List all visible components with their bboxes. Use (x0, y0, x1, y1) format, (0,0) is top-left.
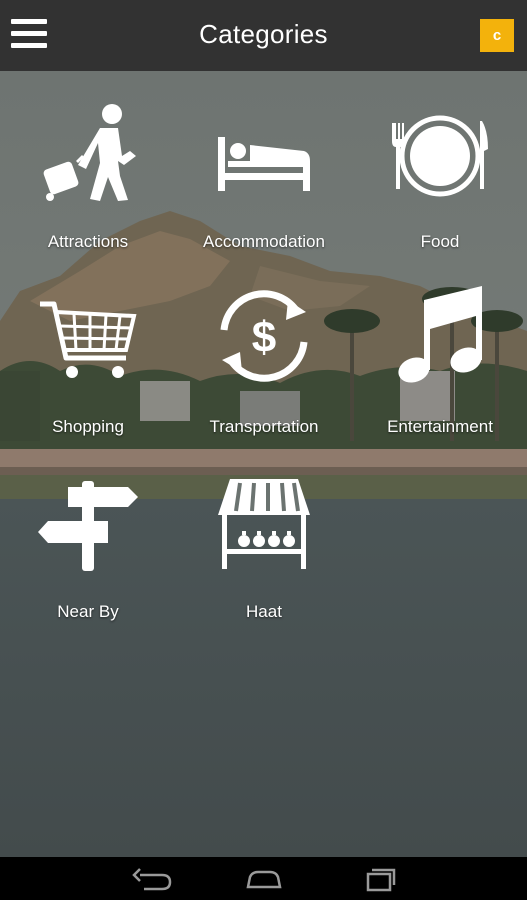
category-label: Accommodation (203, 232, 325, 251)
page-title: Categories (199, 19, 328, 49)
category-shopping[interactable]: Shopping (0, 256, 176, 436)
plate-fork-knife-icon (392, 115, 488, 197)
category-label: Haat (246, 602, 282, 621)
app-bar: Categories c (0, 0, 527, 71)
category-label: Food (420, 232, 460, 251)
category-entertainment[interactable]: Entertainment (352, 256, 527, 436)
market-stall-icon (218, 479, 310, 569)
category-attractions[interactable]: Attractions (0, 71, 176, 251)
category-label: Near By (57, 602, 119, 621)
music-note-icon (398, 286, 482, 383)
category-label: Shopping (52, 417, 124, 436)
category-grid: Attractions Accommodation Food Shopping … (0, 71, 527, 857)
category-near-by[interactable]: Near By (0, 441, 176, 621)
category-accommodation[interactable]: Accommodation (176, 71, 352, 251)
walking-traveler-icon (43, 104, 136, 201)
category-food[interactable]: Food (352, 71, 527, 251)
category-label: Transportation (209, 417, 319, 436)
signpost-icon (38, 481, 138, 571)
back-icon[interactable] (122, 863, 182, 895)
svg-text:$: $ (252, 313, 276, 362)
home-icon[interactable] (234, 863, 294, 895)
account-badge[interactable]: c (480, 19, 514, 52)
category-haat[interactable]: Haat (176, 441, 352, 621)
currency-exchange-icon: $ (220, 290, 308, 382)
category-label: Attractions (47, 232, 129, 251)
shopping-cart-icon (40, 301, 137, 378)
category-transportation[interactable]: $ Transportation (176, 256, 352, 436)
recent-apps-icon[interactable] (348, 863, 408, 895)
bed-icon (218, 137, 310, 191)
system-navigation-bar (0, 857, 527, 900)
category-label: Entertainment (387, 417, 493, 436)
